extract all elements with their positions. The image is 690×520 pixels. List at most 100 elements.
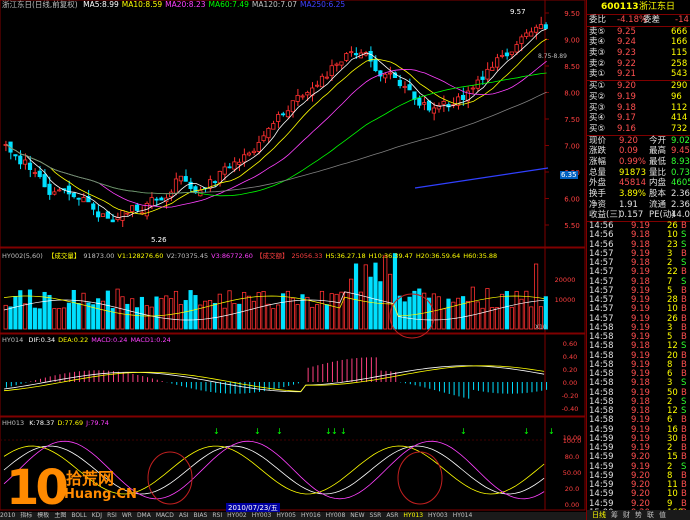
tab-23[interactable]: HY014	[453, 512, 473, 519]
volume-bar	[305, 296, 310, 330]
kdj-arrow-icon: ↓	[548, 427, 555, 436]
candle-body	[324, 76, 329, 79]
volume-bar	[222, 307, 227, 330]
candle-body	[178, 175, 183, 182]
volume-bar	[183, 300, 188, 330]
panel-tab-0[interactable]: 日线	[592, 511, 606, 519]
tab-7[interactable]: WR	[122, 512, 132, 519]
kdj-highlight-circle	[397, 451, 443, 505]
panel-bottom-tabs[interactable]: 日线筹财势联值	[587, 510, 690, 520]
tab-12[interactable]: RSI	[212, 512, 222, 519]
panel-tab-1[interactable]: 筹	[611, 511, 618, 519]
candle-body	[315, 84, 320, 87]
watermark-logo-url: Huang.CN	[64, 487, 137, 502]
candle-body	[295, 95, 300, 102]
volume-bar	[358, 291, 363, 330]
volume-tick-label: 20000	[555, 276, 576, 284]
bid-label: 买①	[589, 81, 606, 92]
tab-9[interactable]: MACD	[156, 512, 174, 519]
tab-8[interactable]: DMA	[137, 512, 151, 519]
stat-value: 45814	[619, 178, 647, 189]
ask-row: 卖④ 9.24 166	[587, 37, 690, 48]
tab-11[interactable]: BIAS	[194, 512, 208, 519]
kdj-arrow-icon: ↓	[213, 427, 220, 436]
panel-tab-4[interactable]: 联	[647, 511, 654, 519]
candle-body	[280, 113, 286, 116]
stat-value: 0.99%	[619, 156, 647, 167]
ma-label-4: MA120:7.07	[251, 0, 298, 9]
candle-body	[18, 155, 23, 165]
volume-bar	[169, 298, 174, 330]
tab-10[interactable]: ASI	[179, 512, 189, 519]
price-tick-label: 5.50	[564, 222, 580, 230]
tab-2[interactable]: 模板	[37, 512, 49, 519]
stat-value: 3.89%	[619, 189, 647, 199]
stat-row: 换手 3.89%股本 2.36亿	[587, 189, 690, 200]
tab-5[interactable]: KDJ	[92, 512, 102, 519]
candle-body	[193, 186, 198, 194]
volume-bar	[261, 291, 266, 330]
tab-13[interactable]: HY002	[227, 512, 247, 519]
tab-4[interactable]: BOLL	[71, 512, 86, 519]
candle-body	[543, 24, 548, 29]
ask-volume: 543	[671, 69, 688, 80]
range-label: 8.75-8.89	[538, 53, 567, 60]
tab-19[interactable]: SSR	[370, 512, 382, 519]
volume-bar	[188, 290, 193, 330]
volume-bar	[8, 306, 13, 330]
tab-17[interactable]: HY008	[326, 512, 346, 519]
tab-3[interactable]: 主图	[54, 512, 66, 519]
kdj-legend: K:78.37 D:77.69 J:79.74	[26, 419, 109, 427]
ask-volume: 115	[671, 48, 688, 59]
candle-body	[32, 172, 37, 174]
tab-18[interactable]: NEW	[350, 512, 364, 519]
volume-bar	[534, 263, 539, 330]
volume-bar	[392, 253, 398, 330]
candle-body	[256, 141, 261, 152]
stat-label: 涨幅	[589, 156, 607, 167]
volume-label-10: H60:35.88	[463, 252, 498, 260]
volume-bar	[480, 307, 485, 330]
tab-15[interactable]: HY005	[276, 512, 296, 519]
kdj-header: HH013 K:78.37 D:77.69 J:79.74	[2, 419, 109, 427]
volume-label-4: V3:86772.60	[211, 252, 253, 260]
candle-body	[149, 197, 154, 207]
volume-bar	[315, 304, 320, 330]
volume-bar	[290, 297, 295, 330]
tab-1[interactable]: 指标	[20, 512, 32, 519]
tab-16[interactable]: HY016	[301, 512, 321, 519]
kdj-tick-label: 0.00	[565, 501, 579, 509]
volume-bar	[329, 293, 334, 330]
tab-22[interactable]: HY003	[428, 512, 448, 519]
candle-body	[237, 161, 242, 165]
tab-14[interactable]: HY003	[252, 512, 272, 519]
tab-6[interactable]: RSI	[107, 512, 117, 519]
tab-0[interactable]: 2010	[0, 512, 15, 519]
volume-bar	[256, 292, 261, 330]
stat-value-2: 9.45	[671, 146, 690, 157]
kdj-highlight-circle	[147, 451, 193, 505]
panel-tab-3[interactable]: 势	[635, 511, 642, 519]
ask-row: 卖② 9.22 258	[587, 59, 690, 70]
candle-body	[76, 197, 81, 200]
volume-bar	[173, 290, 179, 330]
ask-row: 卖③ 9.23 115	[587, 48, 690, 59]
ask-label: 卖④	[589, 37, 606, 48]
panel-tab-5[interactable]: 值	[659, 511, 666, 519]
panel-tab-2[interactable]: 财	[623, 511, 630, 519]
indicator-tab-bar[interactable]: 2010 指标 模板 主图 BOLL KDJ RSI WR DMA MACD ASI BIAS RSI H…	[0, 512, 586, 520]
volume-bar	[139, 296, 145, 330]
ma-line-40	[6, 72, 547, 197]
volume-bar	[237, 303, 242, 330]
candle-body	[42, 174, 47, 188]
kdj-tick-label: 20.0	[565, 485, 579, 493]
ma-line-20	[6, 60, 547, 208]
volume-bar	[456, 297, 461, 330]
tab-20[interactable]: ASR	[386, 512, 398, 519]
candle-body	[407, 84, 412, 91]
tab-21[interactable]: HY013	[403, 512, 423, 519]
kdj-arrow-icon: ↓	[523, 427, 530, 436]
bid-volume: 732	[671, 123, 688, 134]
kdj-arrow-icon: ↓	[340, 427, 347, 436]
volume-bar	[154, 296, 159, 330]
